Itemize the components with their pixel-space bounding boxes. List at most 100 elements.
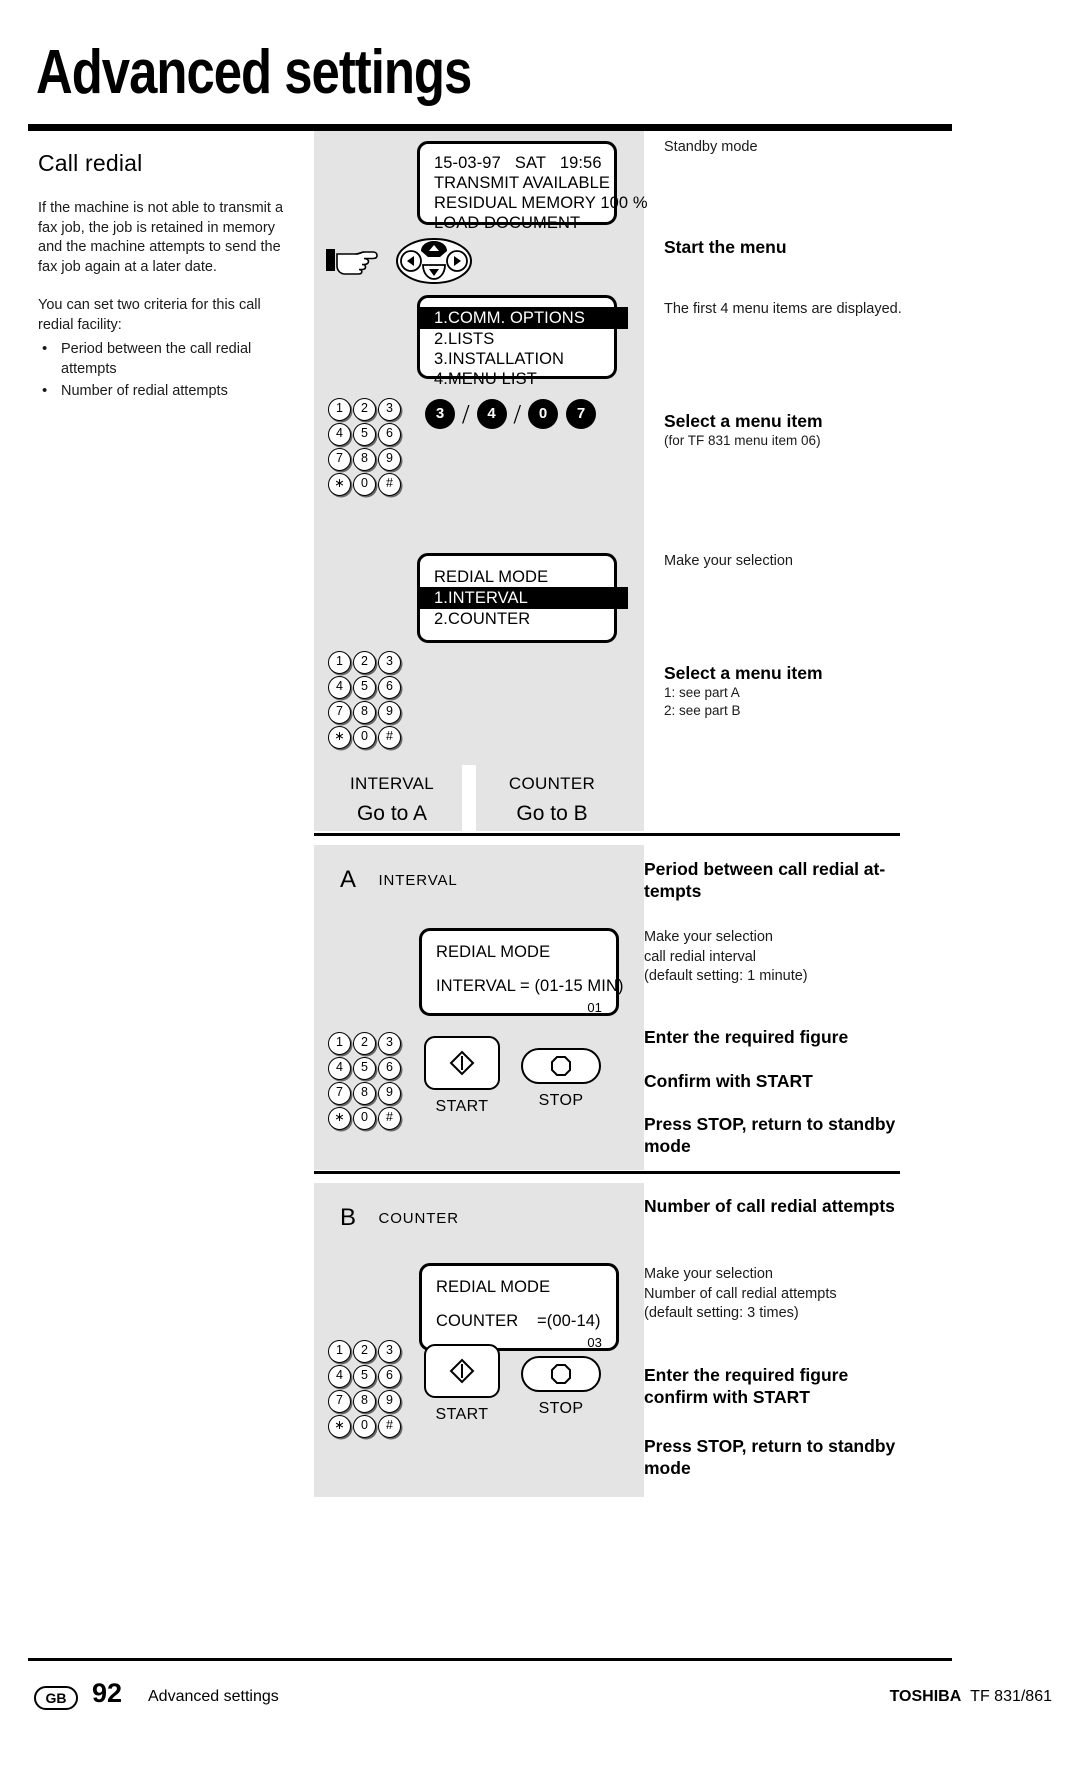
keypad-key[interactable]: 3 (378, 1340, 401, 1363)
tab-b: B COUNTER (340, 1204, 459, 1232)
numeric-keypad[interactable]: 123 456 789 ∗ 0 # (328, 398, 402, 498)
annotation-heading: Number of call redial attempts (644, 1196, 895, 1216)
keypad-key[interactable]: 8 (353, 448, 376, 471)
stop-octagon-icon (551, 1056, 571, 1076)
keypad-key[interactable]: ∗ (328, 473, 351, 496)
page-number: 92 (92, 1678, 123, 1708)
keypad-key[interactable]: 1 (328, 1032, 351, 1055)
keypad-key[interactable]: 3 (378, 398, 401, 421)
annotation-select-item-1: Select a menu item (for TF 831 menu item… (664, 410, 932, 450)
annotation-a-enter: Enter the required figure (644, 1026, 904, 1048)
keypad-key[interactable]: 9 (378, 448, 401, 471)
branch-title: INTERVAL (350, 774, 434, 793)
keypad-key[interactable]: 8 (353, 1082, 376, 1105)
keypad-key[interactable]: 0 (353, 1107, 376, 1130)
annotation-text: Standby mode (664, 139, 758, 155)
keypad-key[interactable]: 4 (328, 676, 351, 699)
keypad-key[interactable]: 0 (353, 726, 376, 749)
annotation-select-item-2: Select a menu item 1: see part A 2: see … (664, 662, 932, 720)
keypad-key[interactable]: 0 (353, 473, 376, 496)
lcd-counter-display: REDIAL MODE COUNTER =(00-14) 03 (419, 1263, 619, 1351)
annotation-standby: Standby mode (664, 138, 932, 158)
code-digit: 0 (528, 399, 559, 429)
lcd-line: COUNTER =(00-14) (436, 1312, 601, 1330)
keypad-key[interactable]: 6 (378, 1057, 401, 1080)
keypad-key[interactable]: 6 (378, 676, 401, 699)
annotation-heading: Press STOP, return to standby (644, 1436, 896, 1456)
keypad-key[interactable]: 1 (328, 1340, 351, 1363)
code-digit: 7 (566, 399, 597, 429)
keypad-key[interactable]: 2 (353, 651, 376, 674)
navigation-arrow-pad[interactable] (396, 237, 472, 285)
stop-octagon-icon (551, 1364, 571, 1384)
stop-button[interactable] (521, 1048, 601, 1084)
stop-button[interactable] (521, 1356, 601, 1392)
page-title: Advanced settings (36, 38, 472, 107)
start-button[interactable] (424, 1036, 500, 1090)
keypad-key[interactable]: 4 (328, 1057, 351, 1080)
numeric-keypad[interactable]: 123 456 789 ∗ 0 # (328, 1032, 402, 1132)
keypad-key[interactable]: 5 (353, 1365, 376, 1388)
keypad-key[interactable]: 7 (328, 1390, 351, 1413)
left-text-column: Call redial If the machine is not able t… (38, 150, 296, 405)
keypad-key[interactable]: 9 (378, 701, 401, 724)
keypad-key[interactable]: 5 (353, 1057, 376, 1080)
panel-divider-b (314, 1171, 900, 1174)
annotation-start-menu: Start the menu (664, 236, 932, 258)
keypad-key[interactable]: 2 (353, 1032, 376, 1055)
title-divider (28, 124, 952, 131)
numeric-keypad[interactable]: 123 456 789 ∗ 0 # (328, 651, 402, 751)
keypad-key[interactable]: # (378, 1415, 401, 1438)
keypad-key[interactable]: 7 (328, 448, 351, 471)
footer-brand-model: TOSHIBA TF 831/861 (890, 1688, 1052, 1706)
keypad-key[interactable]: ∗ (328, 726, 351, 749)
tab-a: A INTERVAL (340, 866, 458, 894)
tab-a-letter: A (340, 866, 357, 893)
footer-divider (28, 1658, 952, 1661)
criteria-paragraph: You can set two criteria for this call r… (38, 297, 261, 333)
keypad-key[interactable]: 7 (328, 701, 351, 724)
start-button-group-a[interactable]: START (424, 1036, 500, 1116)
keypad-key[interactable]: 6 (378, 1365, 401, 1388)
lcd-line: 4.MENU LIST (434, 370, 537, 388)
annotation-subtext: 2: see part B (664, 703, 741, 718)
annotation-heading: confirm with START (644, 1387, 810, 1407)
section-heading: Call redial (38, 150, 143, 176)
panel-divider-a (314, 833, 900, 836)
keypad-key[interactable]: 5 (353, 676, 376, 699)
keypad-key[interactable]: 5 (353, 423, 376, 446)
stop-button-group-a[interactable]: STOP (521, 1048, 601, 1110)
keypad-key[interactable]: ∗ (328, 1415, 351, 1438)
locale-badge: GB (34, 1686, 78, 1710)
keypad-key[interactable]: 0 (353, 1415, 376, 1438)
lcd-title: REDIAL MODE (436, 943, 551, 961)
keypad-key[interactable]: 3 (378, 651, 401, 674)
numeric-keypad[interactable]: 123 456 789 ∗ 0 # (328, 1340, 402, 1440)
keypad-key[interactable]: # (378, 473, 401, 496)
start-button[interactable] (424, 1344, 500, 1398)
start-button-group-b[interactable]: START (424, 1344, 500, 1424)
keypad-key[interactable]: 2 (353, 398, 376, 421)
annotation-make-selection-1: Make your selection (664, 552, 932, 572)
keypad-key[interactable]: 7 (328, 1082, 351, 1105)
keypad-key[interactable]: 1 (328, 651, 351, 674)
keypad-key[interactable]: 3 (378, 1032, 401, 1055)
annotation-text: Make your selection (664, 553, 793, 569)
keypad-key[interactable]: 8 (353, 1390, 376, 1413)
annotation-text: (default setting: 1 minute) (644, 968, 808, 984)
keypad-key[interactable]: 6 (378, 423, 401, 446)
stop-button-group-b[interactable]: STOP (521, 1356, 601, 1418)
annotation-heading: tempts (644, 881, 702, 901)
keypad-key[interactable]: 9 (378, 1082, 401, 1105)
keypad-key[interactable]: # (378, 726, 401, 749)
keypad-key[interactable]: 9 (378, 1390, 401, 1413)
keypad-key[interactable]: 1 (328, 398, 351, 421)
keypad-key[interactable]: 4 (328, 423, 351, 446)
keypad-key[interactable]: ∗ (328, 1107, 351, 1130)
keypad-key[interactable]: 4 (328, 1365, 351, 1388)
keypad-key[interactable]: 2 (353, 1340, 376, 1363)
keypad-key[interactable]: 8 (353, 701, 376, 724)
branch-label-counter: COUNTER Go to B (482, 774, 622, 826)
annotation-heading: Select a menu item (664, 663, 823, 683)
keypad-key[interactable]: # (378, 1107, 401, 1130)
